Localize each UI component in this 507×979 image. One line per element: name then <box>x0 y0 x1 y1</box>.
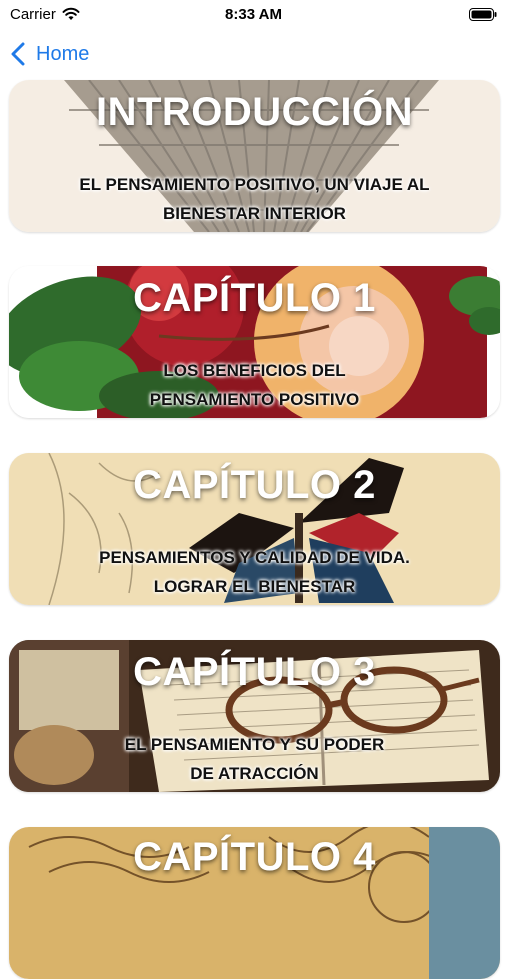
card-subtitle: PENSAMIENTOS Y CALIDAD DE VIDA. LOGRAR E… <box>49 543 460 601</box>
back-label: Home <box>36 42 90 65</box>
status-bar: Carrier 8:33 AM <box>0 0 507 30</box>
chapter-card-introduccion[interactable]: INTRODUCCIÓN EL PENSAMIENTO POSITIVO, UN… <box>9 80 500 232</box>
card-title: CAPÍTULO 2 <box>133 463 376 507</box>
card-subtitle-line: LOS BENEFICIOS DEL <box>163 361 346 380</box>
navigation-bar: Home <box>0 34 507 74</box>
card-subtitle-line: LOGRAR EL BIENESTAR <box>153 577 356 596</box>
card-subtitle-line: PENSAMIENTOS Y CALIDAD DE VIDA. <box>99 548 410 567</box>
card-subtitle: EL PENSAMIENTO Y SU PODER DE ATRACCIÓN <box>49 730 460 788</box>
back-button[interactable]: Home <box>10 38 89 70</box>
card-subtitle-line: PENSAMIENTO POSITIVO <box>149 390 360 409</box>
status-time: 8:33 AM <box>225 6 282 23</box>
battery-icon <box>469 8 497 21</box>
card-subtitle: LOS BENEFICIOS DEL PENSAMIENTO POSITIVO <box>49 356 460 414</box>
card-title: CAPÍTULO 3 <box>133 650 376 694</box>
card-subtitle-line: EL PENSAMIENTO Y SU PODER <box>124 735 385 754</box>
card-title: INTRODUCCIÓN <box>95 90 414 134</box>
chapter-card-capitulo-4[interactable]: CAPÍTULO 4 <box>9 827 500 979</box>
card-title: CAPÍTULO 4 <box>133 835 376 879</box>
card-subtitle-line: BIENESTAR INTERIOR <box>163 204 346 223</box>
chapter-card-capitulo-3[interactable]: CAPÍTULO 3 EL PENSAMIENTO Y SU PODER DE … <box>9 640 500 792</box>
card-title: CAPÍTULO 1 <box>133 276 376 320</box>
card-subtitle-line: EL PENSAMIENTO POSITIVO, UN VIAJE AL <box>79 175 430 194</box>
card-subtitle-line: DE ATRACCIÓN <box>190 764 319 783</box>
chevron-left-icon <box>11 42 25 66</box>
card-subtitle: EL PENSAMIENTO POSITIVO, UN VIAJE AL BIE… <box>49 170 460 228</box>
chapter-card-capitulo-1[interactable]: CAPÍTULO 1 LOS BENEFICIOS DEL PENSAMIENT… <box>9 266 500 418</box>
chapter-card-capitulo-2[interactable]: CAPÍTULO 2 PENSAMIENTOS Y CALIDAD DE VID… <box>9 453 500 605</box>
